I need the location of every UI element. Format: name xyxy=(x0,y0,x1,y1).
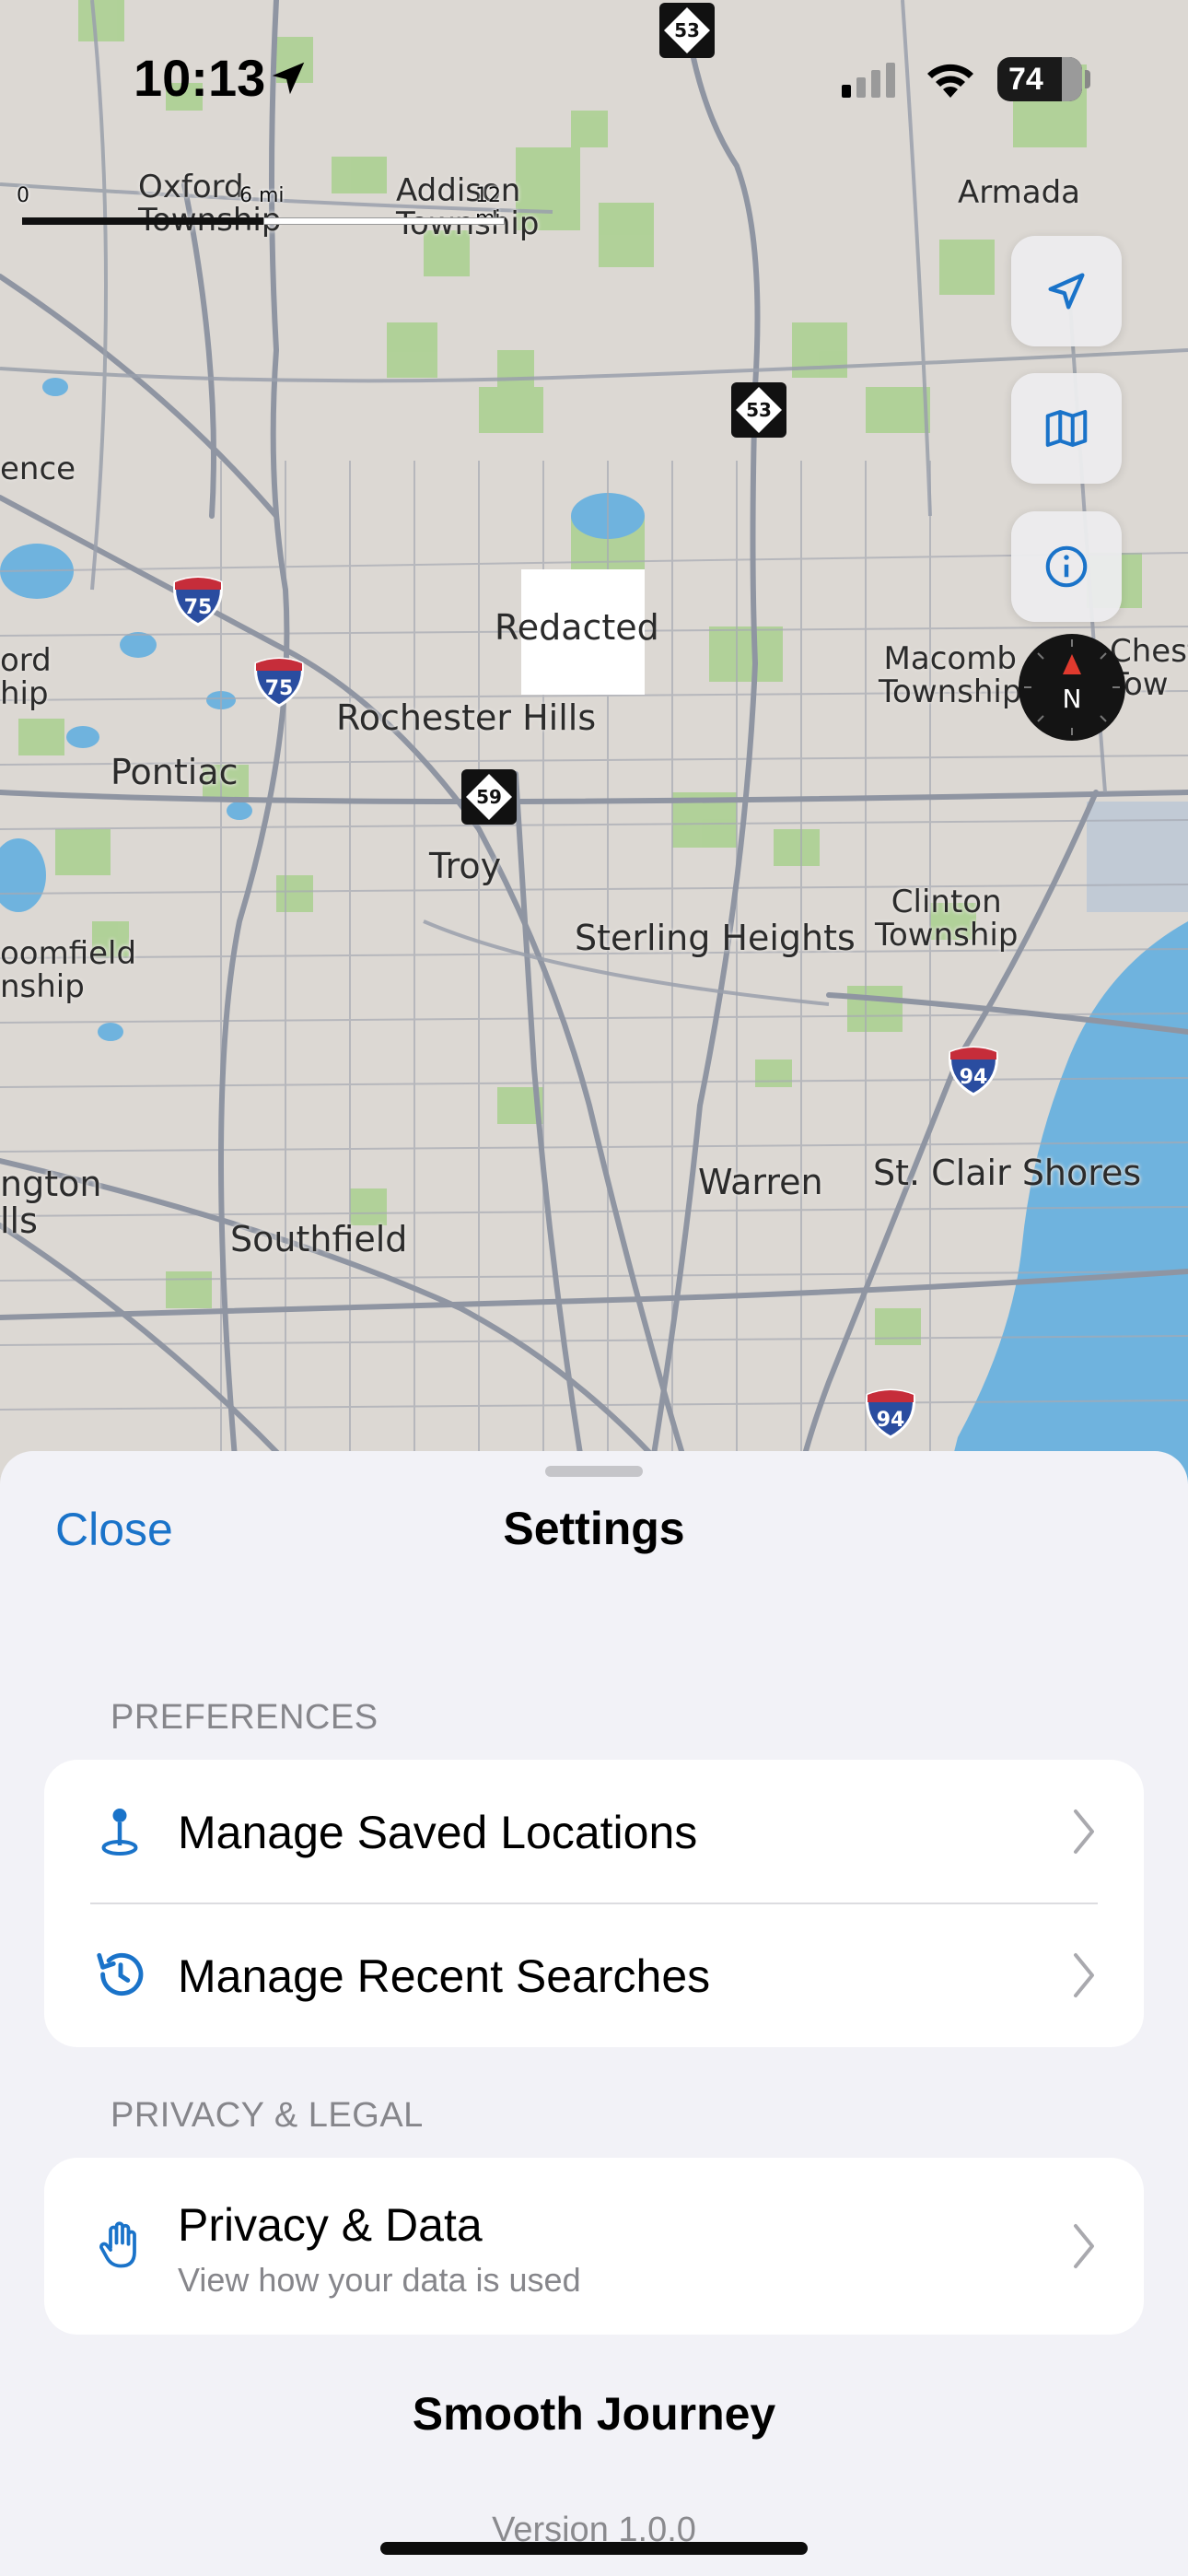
i75-shield-a: 75 xyxy=(171,573,225,626)
compass-icon: N xyxy=(1024,639,1120,735)
status-bar: 10:13 74 xyxy=(0,0,1188,157)
wifi-icon xyxy=(927,64,973,98)
status-time: 10:13 xyxy=(134,49,266,107)
sheet-title: Settings xyxy=(503,1503,685,1554)
place-southfield[interactable]: Southfield xyxy=(230,1221,407,1259)
i75-shield-b-number: 75 xyxy=(265,677,294,700)
place-armada[interactable]: Armada xyxy=(958,176,1080,210)
manage-saved-locations-row[interactable]: Manage Saved Locations xyxy=(44,1760,1144,1903)
place-pontiac[interactable]: Pontiac xyxy=(111,754,239,791)
place-warren[interactable]: Warren xyxy=(698,1164,823,1201)
m53-shield-mid: 53 xyxy=(730,381,787,439)
battery-level: 74 xyxy=(1008,61,1043,97)
map-icon xyxy=(1045,409,1088,448)
sheet-grabber[interactable] xyxy=(545,1466,643,1477)
location-arrow-icon xyxy=(1048,273,1085,310)
scale-bar-light xyxy=(263,217,505,225)
place-farmington-hills-fragment[interactable]: ngton lls xyxy=(0,1165,101,1240)
place-sterling-heights[interactable]: Sterling Heights xyxy=(575,919,856,957)
redacted-label: Redacted xyxy=(495,607,659,648)
pin-icon xyxy=(101,1809,138,1856)
i75-shield-b: 75 xyxy=(252,654,306,708)
app-name: Smooth Journey xyxy=(412,2388,776,2440)
map-view[interactable]: OxfordTownship AddisonTownship Armada en… xyxy=(0,0,1188,1511)
privacy-legal-group: Privacy & Data View how your data is use… xyxy=(44,2158,1144,2335)
place-st-clair-shores[interactable]: St. Clair Shores xyxy=(873,1154,1141,1192)
i94-shield-b: 94 xyxy=(864,1386,917,1439)
history-icon xyxy=(97,1952,144,1996)
compass-button[interactable]: N xyxy=(1019,634,1125,741)
battery-indicator: 74 xyxy=(997,57,1082,101)
chevron-right-icon xyxy=(1074,1953,1094,1997)
section-header-privacy-legal: PRIVACY & LEGAL xyxy=(111,2096,424,2135)
location-services-icon xyxy=(272,62,305,95)
manage-saved-locations-label: Manage Saved Locations xyxy=(178,1807,698,1858)
map-scale-bar: 0 6 mi 12 mi xyxy=(0,184,516,240)
place-bloomfield-fragment[interactable]: oomfield nship xyxy=(0,937,136,1003)
scale-zero: 0 xyxy=(17,184,29,207)
place-clinton-township[interactable]: Clinton Township xyxy=(875,885,1018,952)
privacy-data-sublabel: View how your data is used xyxy=(178,2261,581,2299)
i94-shield-a: 94 xyxy=(947,1043,1000,1096)
i94-shield-a-number: 94 xyxy=(960,1066,988,1089)
map-style-button[interactable] xyxy=(1011,373,1122,484)
info-icon xyxy=(1045,545,1088,588)
home-indicator[interactable] xyxy=(380,2542,808,2555)
manage-recent-searches-label: Manage Recent Searches xyxy=(178,1950,711,2002)
i75-shield-a-number: 75 xyxy=(184,596,213,619)
chevron-right-icon xyxy=(1074,2224,1094,2268)
cellular-signal-icon xyxy=(842,63,895,98)
m59-shield: 59 xyxy=(460,768,518,825)
i94-shield-b-number: 94 xyxy=(877,1409,905,1432)
m59-shield-number: 59 xyxy=(476,786,502,808)
info-button[interactable] xyxy=(1011,511,1122,622)
manage-recent-searches-row[interactable]: Manage Recent Searches xyxy=(44,1903,1144,2047)
hand-icon xyxy=(99,2221,136,2268)
place-troy[interactable]: Troy xyxy=(429,848,501,885)
current-location-button[interactable] xyxy=(1011,236,1122,346)
place-rochester-hills[interactable]: Rochester Hills xyxy=(336,699,596,737)
battery-nub xyxy=(1085,70,1090,88)
settings-sheet: Close Settings PREFERENCES Manage Saved … xyxy=(0,1451,1188,2576)
scale-bar-dark xyxy=(22,217,263,225)
privacy-data-row[interactable]: Privacy & Data View how your data is use… xyxy=(44,2158,1144,2335)
compass-letter: N xyxy=(1063,684,1082,714)
section-header-preferences: PREFERENCES xyxy=(111,1698,379,1737)
chevron-right-icon xyxy=(1074,1809,1094,1854)
scale-mid: 6 mi xyxy=(239,184,285,207)
privacy-data-label: Privacy & Data xyxy=(178,2199,483,2251)
place-macomb-township[interactable]: Macomb Township xyxy=(879,642,1021,708)
preferences-group: Manage Saved Locations Manage Recent Sea… xyxy=(44,1760,1144,2047)
place-independence-fragment[interactable]: ence xyxy=(0,452,76,486)
m53-shield-mid-number: 53 xyxy=(746,399,772,421)
place-waterford-fragment[interactable]: ord hip xyxy=(0,644,52,710)
